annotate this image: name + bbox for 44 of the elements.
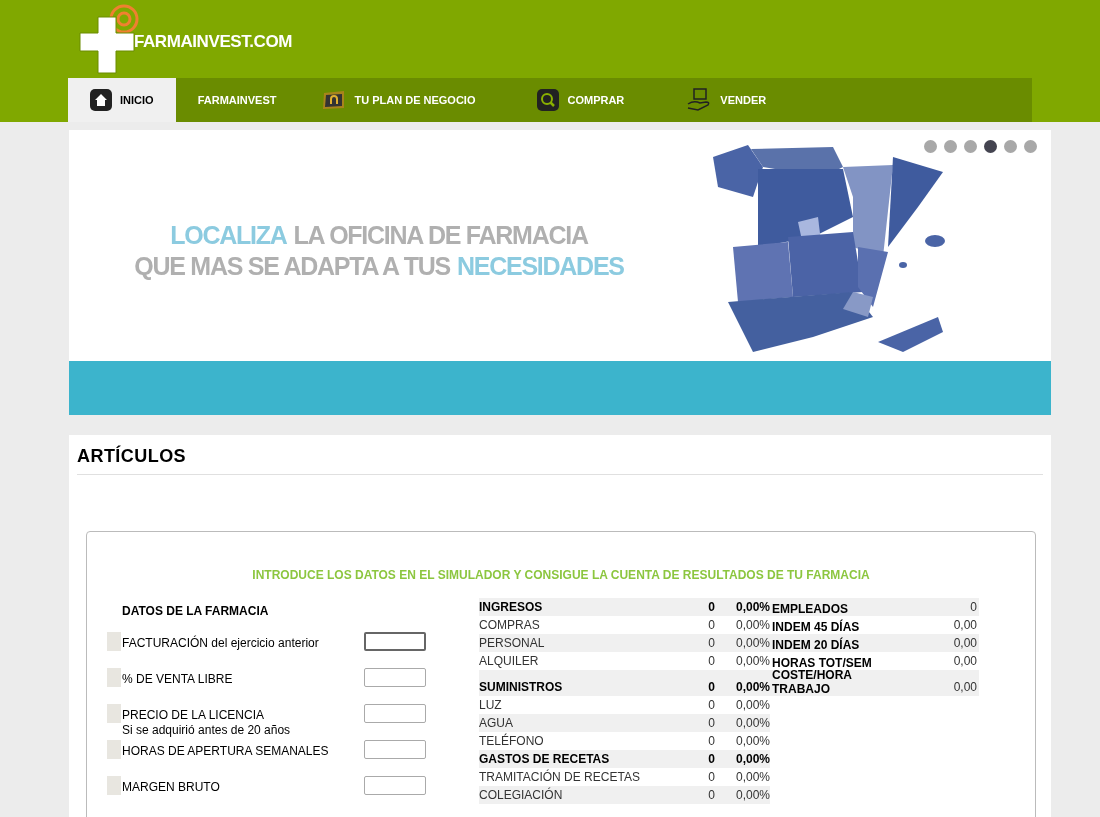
banner-headline: LA OFICINA DE FARMACIA [293, 220, 588, 249]
input-field[interactable] [364, 740, 426, 759]
home-icon [90, 89, 112, 111]
input-field[interactable] [364, 776, 426, 795]
field-note: Si se adquirió antes de 20 años [122, 723, 292, 738]
staff-row: INDEM 20 DÍAS 0,00 [770, 634, 979, 652]
result-row: GASTOS DE RECETAS 0 0,00% [479, 750, 770, 768]
input-field[interactable] [364, 704, 426, 723]
staff-row: EMPLEADOS 0 [770, 598, 979, 616]
banner-headline: LOCALIZA [170, 220, 287, 249]
result-row: TELÉFONO 0 0,00% [479, 732, 770, 750]
nav-tab[interactable]: VENDER [664, 78, 807, 122]
search-icon [537, 89, 560, 111]
folder-icon [322, 90, 347, 110]
nav-tab[interactable]: INICIO [68, 78, 176, 122]
result-row: COLEGIACIÓN 0 0,00% [479, 786, 770, 804]
row-marker [107, 632, 121, 651]
row-marker [107, 740, 121, 759]
row-marker [107, 668, 121, 687]
row-marker [107, 704, 121, 723]
field-label: PRECIO DE LA LICENCIA [122, 708, 266, 723]
result-row: PERSONAL 0 0,00% [479, 634, 770, 652]
result-row: SUMINISTROS 0 0,00% [479, 670, 770, 696]
result-row: TRAMITACIÓN DE RECETAS 0 0,00% [479, 768, 770, 786]
nav-tab[interactable]: COMPRAR [515, 78, 665, 122]
input-field[interactable] [364, 668, 426, 687]
input-field[interactable] [364, 632, 426, 651]
result-row: INGRESOS 0 0,00% [479, 598, 770, 616]
nav-tab[interactable]: FARMAINVEST [175, 78, 299, 122]
field-label: HORAS DE APERTURA SEMANALES [122, 744, 330, 759]
staff-row: COSTE/HORA TRABAJO 0,00 [770, 670, 979, 696]
row-marker [107, 776, 121, 795]
field-label: FACTURACIÓN del ejercicio anterior [122, 636, 320, 651]
field-label: % DE VENTA LIBRE [122, 672, 234, 687]
simulator-intro: INTRODUCE LOS DATOS EN EL SIMULADOR Y CONSIGUE LA CUENTA DE RESULTADOS DE TU FARMACIA [251, 567, 871, 584]
banner-headline: QUE MAS SE ADAPTA A TUS [134, 251, 450, 280]
field-label: MARGEN BRUTO [122, 780, 221, 795]
logo-text: FARMAINVEST.COM [134, 31, 292, 54]
staff-row: INDEM 45 DÍAS 0,00 [770, 616, 979, 634]
nav-tab[interactable]: TU PLAN DE NEGOCIO [300, 78, 516, 122]
section-title: ARTÍCULOS [77, 443, 1043, 475]
form-title: DATOS DE LA FARMACIA [122, 604, 269, 618]
result-row: AGUA 0 0,00% [479, 714, 770, 732]
banner-headline: NECESIDADES [456, 251, 624, 280]
